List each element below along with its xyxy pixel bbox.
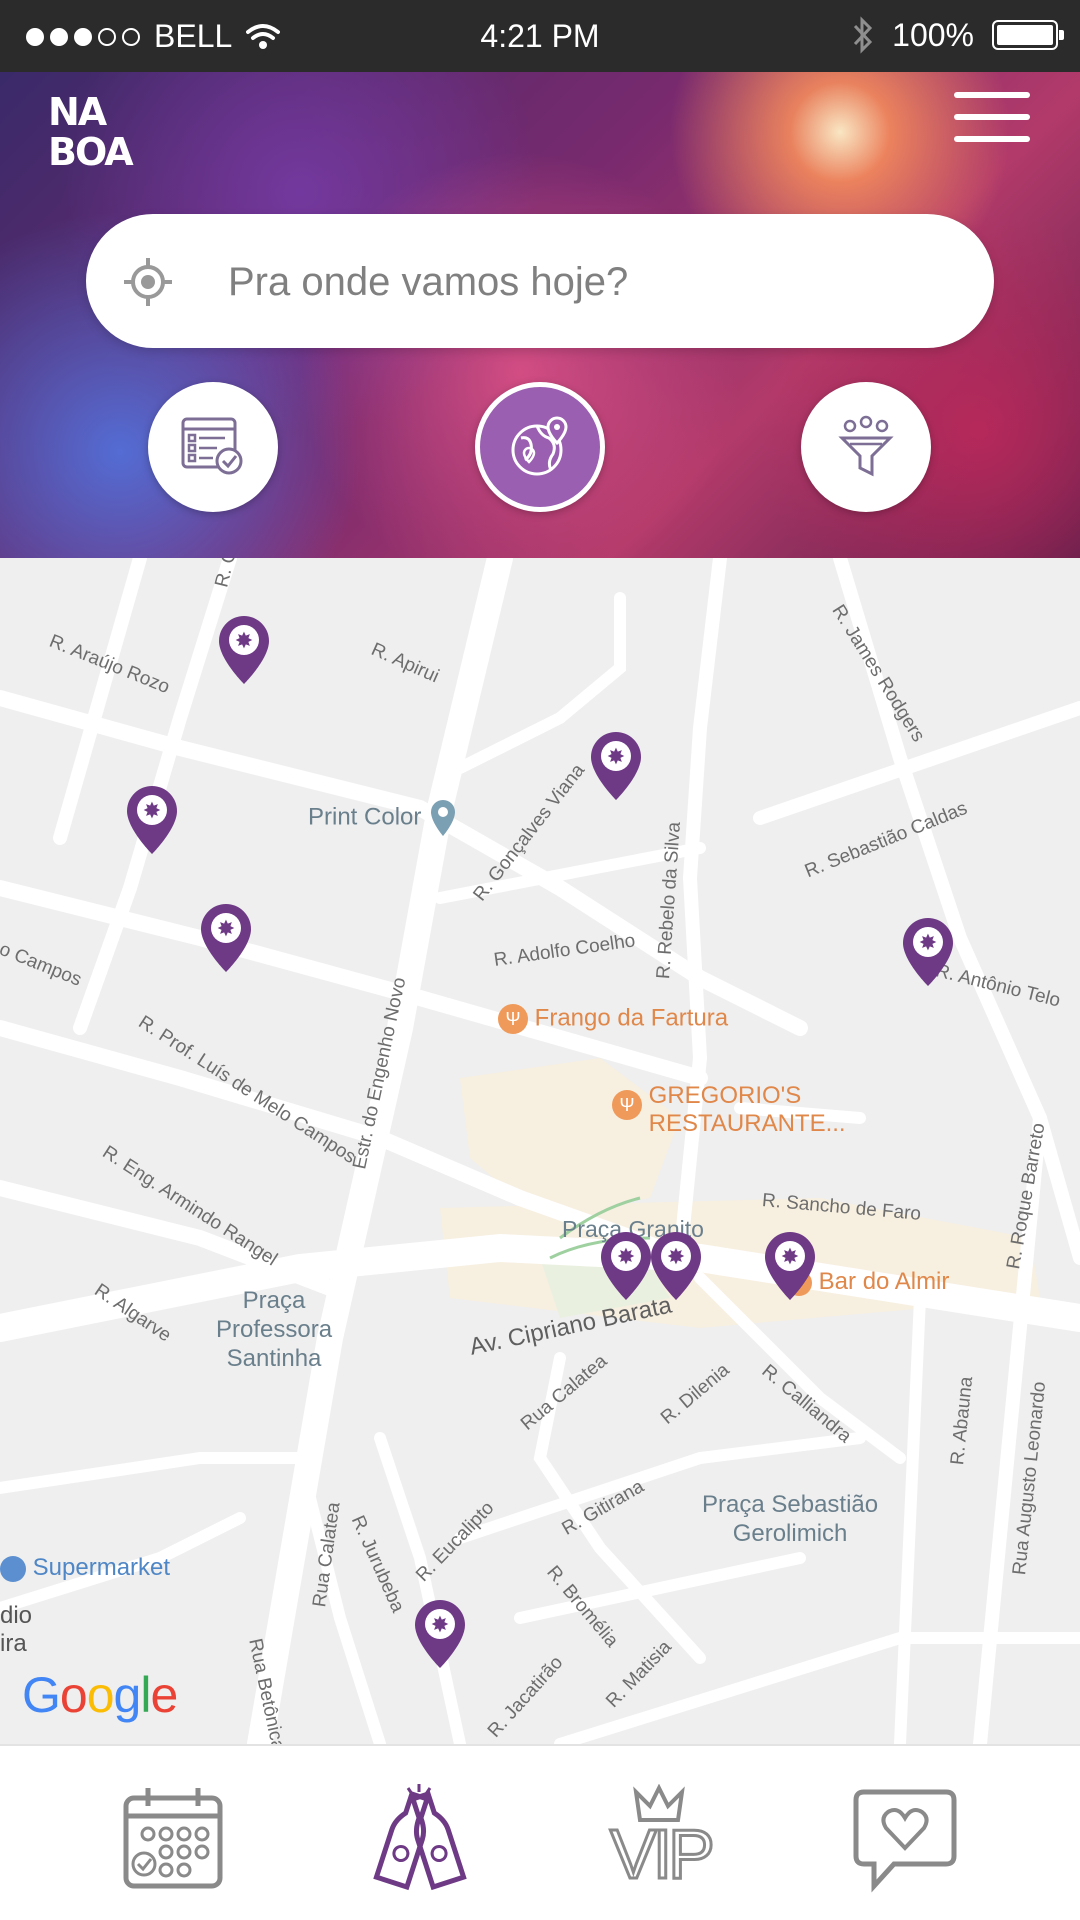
- heart-chat-icon[interactable]: [850, 1784, 960, 1894]
- checklist-button[interactable]: [148, 382, 278, 512]
- globe-location-icon: [511, 416, 568, 476]
- poi-gregorio[interactable]: Ψ GREGORIO'S RESTAURANTE...: [612, 1082, 846, 1138]
- map-view-button[interactable]: [475, 382, 605, 512]
- battery-percent: 100%: [892, 16, 974, 53]
- app-logo[interactable]: NA BOA: [48, 90, 134, 176]
- filter-button[interactable]: [801, 382, 931, 512]
- poi-praca-sebastiao: Praça Sebastião Gerolimich: [702, 1491, 879, 1547]
- restaurant-icon: Ψ: [612, 1090, 642, 1120]
- poi-supermarket[interactable]: Supermarket: [0, 1554, 170, 1582]
- vip-label: VIP: [609, 1814, 717, 1895]
- battery-icon: [992, 20, 1064, 50]
- beer-bottles-icon[interactable]: [364, 1784, 474, 1894]
- star-burst-icon: ✸: [607, 745, 625, 770]
- star-burst-icon: ✸: [217, 917, 235, 942]
- edge-label: ira: [0, 1630, 27, 1657]
- header-banner: NA BOA: [0, 72, 1080, 558]
- star-burst-icon: ✸: [143, 799, 161, 824]
- event-pin[interactable]: ✸: [588, 730, 644, 802]
- star-burst-icon: ✸: [617, 1245, 635, 1270]
- event-pin[interactable]: ✸: [598, 1230, 654, 1302]
- poi-frango[interactable]: Ψ Frango da Fartura: [498, 1004, 728, 1034]
- checklist-icon: [181, 417, 243, 475]
- status-bar: BELL 4:21 PM 100%: [0, 0, 1080, 72]
- event-pin[interactable]: ✸: [216, 614, 272, 686]
- map-pin-icon: [431, 800, 456, 836]
- logo-line-1: NA: [48, 90, 107, 134]
- poi-praca-professora: Praça Professora Santinha: [216, 1287, 333, 1372]
- event-pin[interactable]: ✸: [124, 784, 180, 856]
- map-view[interactable]: R. Araújo Rozo R. Apirui R. James Rodger…: [0, 558, 1080, 1744]
- calendar-icon[interactable]: [118, 1784, 228, 1894]
- search-input[interactable]: [226, 244, 950, 320]
- bluetooth-icon: [854, 16, 873, 54]
- bottom-nav: VIP: [0, 1744, 1080, 1920]
- star-burst-icon: ✸: [781, 1245, 799, 1270]
- logo-line-2: BOA: [48, 130, 134, 174]
- restaurant-icon: Ψ: [498, 1004, 528, 1034]
- vip-button[interactable]: VIP: [604, 1783, 717, 1895]
- filter-funnel-icon: [838, 415, 894, 477]
- poi-print-color[interactable]: Print Color: [308, 798, 458, 838]
- google-logo: Google: [22, 1667, 178, 1723]
- location-target-icon[interactable]: [122, 256, 174, 308]
- star-burst-icon: ✸: [919, 931, 937, 956]
- event-pin[interactable]: ✸: [648, 1230, 704, 1302]
- edge-label: dio: [0, 1602, 33, 1629]
- hamburger-menu-button[interactable]: [954, 92, 1030, 142]
- event-pin[interactable]: ✸: [198, 902, 254, 974]
- cart-icon: [0, 1555, 26, 1582]
- star-burst-icon: ✸: [235, 629, 253, 654]
- status-right: 100%: [852, 16, 1064, 54]
- event-pin[interactable]: ✸: [762, 1230, 818, 1302]
- event-pin[interactable]: ✸: [900, 916, 956, 988]
- search-bar[interactable]: [86, 214, 994, 348]
- star-burst-icon: ✸: [667, 1245, 685, 1270]
- star-burst-icon: ✸: [431, 1613, 449, 1638]
- event-pin[interactable]: ✸: [412, 1598, 468, 1670]
